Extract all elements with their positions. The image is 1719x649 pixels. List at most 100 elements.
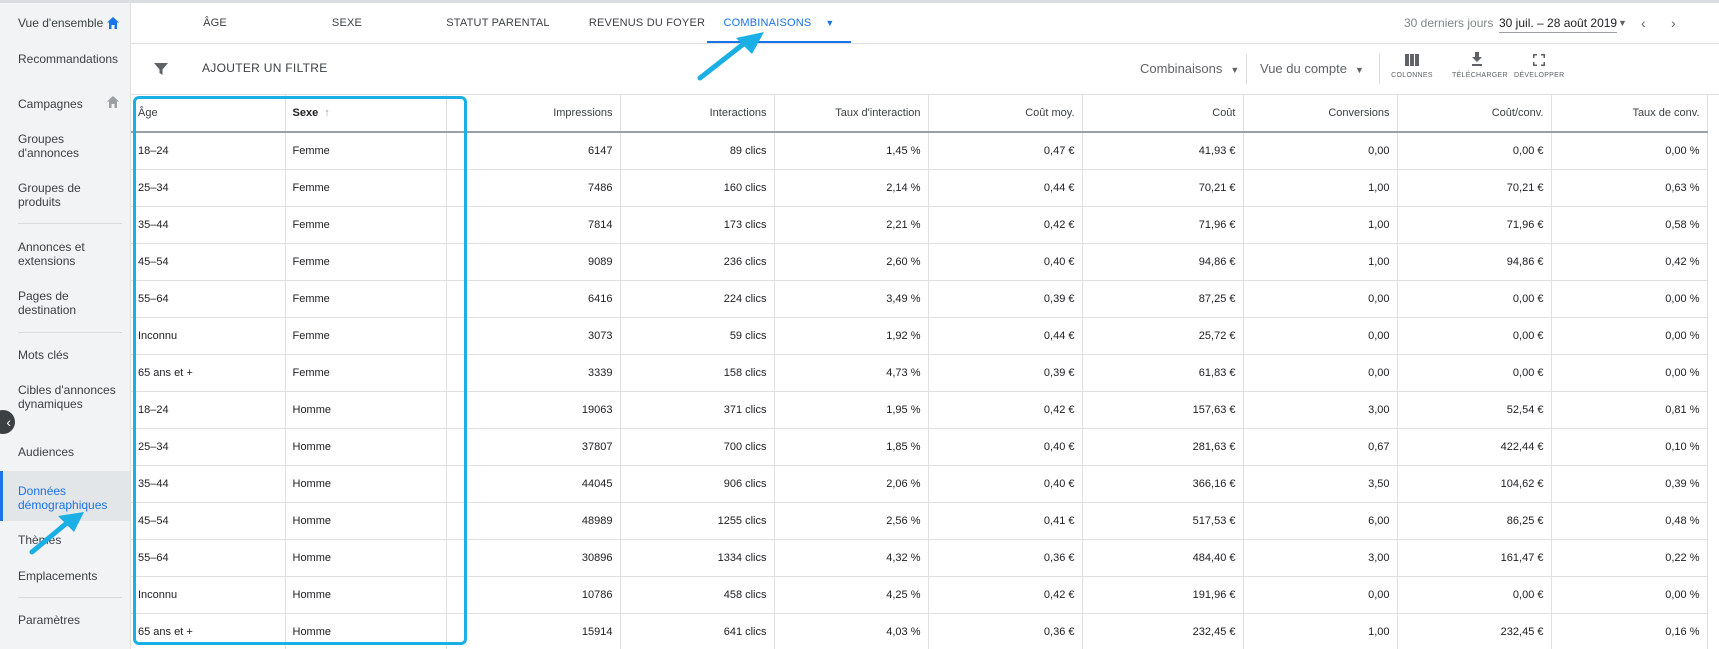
cell-avg-cost: 0,40 €: [928, 428, 1083, 466]
sidebar-item-label: Pages de destination: [18, 289, 77, 317]
cell-cost: 366,16 €: [1082, 465, 1244, 503]
column-header-label: Taux de conv.: [1632, 107, 1700, 119]
date-dropdown-icon[interactable]: ▼: [1618, 3, 1627, 43]
sidebar-item-recommendations[interactable]: Recommandations: [0, 52, 130, 72]
cell-interactions: 236 clics: [620, 243, 775, 281]
cell-avg-cost: 0,44 €: [928, 317, 1083, 355]
combinations-dropdown[interactable]: Combinaisons ▼: [1140, 61, 1239, 76]
cell-conv-rate: 0,00 %: [1551, 354, 1708, 392]
sidebar-item-overview[interactable]: Vue d'ensemble: [0, 16, 130, 36]
cell-conversions: 3,50: [1243, 465, 1398, 503]
cell-interactions: 641 clics: [620, 613, 775, 649]
cell-impressions: 3339: [446, 354, 621, 392]
tab-label: REVENUS DU FOYER: [588, 17, 706, 29]
column-header-conversions[interactable]: Conversions: [1243, 95, 1398, 133]
cell-impressions: 3073: [446, 317, 621, 355]
sidebar-item-keywords[interactable]: Mots clés: [0, 348, 130, 368]
sidebar-item-label: Audiences: [18, 445, 75, 459]
column-header-interaction-rate[interactable]: Taux d'interaction: [774, 95, 929, 133]
sidebar-item-audiences[interactable]: Audiences: [0, 445, 130, 465]
cell-cost: 157,63 €: [1082, 391, 1244, 429]
cell-conversions: 0,00: [1243, 317, 1398, 355]
sidebar-item-ads-extensions[interactable]: Annonces et extensions: [0, 240, 130, 270]
column-header-label: Conversions: [1328, 107, 1390, 119]
column-header-conv-rate[interactable]: Taux de conv.: [1551, 95, 1708, 133]
column-header-impressions[interactable]: Impressions: [446, 95, 621, 133]
cell-interaction-rate: 3,49 %: [774, 280, 929, 318]
expand-button[interactable]: DÉVELOPPER: [1514, 50, 1564, 79]
annotation-arrow: [697, 32, 764, 81]
chevron-right-icon[interactable]: ›: [1671, 3, 1676, 43]
sidebar-item-placements[interactable]: Emplacements: [0, 569, 130, 589]
column-header-interactions[interactable]: Interactions: [620, 95, 775, 133]
tab-age[interactable]: ÂGE: [175, 3, 255, 43]
cell-conversions: 1,00: [1243, 243, 1398, 281]
column-header-avg-cost[interactable]: Coût moy.: [928, 95, 1083, 133]
cell-conv-rate: 0,10 %: [1551, 428, 1708, 466]
cell-interactions: 158 clics: [620, 354, 775, 392]
sidebar-item-label: Recommandations: [18, 52, 119, 66]
cell-cost-per-conv: 422,44 €: [1397, 428, 1552, 466]
tab-parental-status[interactable]: STATUT PARENTAL: [433, 3, 563, 43]
cell-interaction-rate: 2,56 %: [774, 502, 929, 540]
tool-label: COLONNES: [1391, 72, 1433, 79]
date-range-selector[interactable]: 30 juil. – 28 août 2019: [1499, 3, 1618, 43]
cell-avg-cost: 0,40 €: [928, 465, 1083, 503]
dropdown-label: Vue du compte: [1260, 61, 1347, 76]
tool-label: TÉLÉCHARGER: [1452, 72, 1508, 79]
sidebar-divider: [18, 597, 122, 598]
home-icon: [107, 96, 119, 108]
cell-interactions: 160 clics: [620, 169, 775, 207]
cell-impressions: 48989: [446, 502, 621, 540]
chevron-left-icon: ‹: [6, 414, 11, 430]
cell-conv-rate: 0,58 %: [1551, 206, 1708, 244]
tab-gender[interactable]: SEXE: [307, 3, 387, 43]
sidebar-item-dynamic-targets[interactable]: Cibles d'annonces dynamiques: [0, 383, 130, 427]
sidebar-item-settings[interactable]: Paramètres: [0, 613, 130, 633]
cell-avg-cost: 0,41 €: [928, 502, 1083, 540]
caret-down-icon: ▼: [1354, 65, 1364, 75]
column-header-cost[interactable]: Coût: [1082, 95, 1244, 133]
cell-avg-cost: 0,42 €: [928, 206, 1083, 244]
cell-interactions: 906 clics: [620, 465, 775, 503]
cell-impressions: 30896: [446, 539, 621, 577]
sidebar-item-label: Mots clés: [18, 348, 69, 362]
cell-interaction-rate: 2,60 %: [774, 243, 929, 281]
cell-cost-per-conv: 0,00 €: [1397, 132, 1552, 170]
column-header-cost-per-conv[interactable]: Coût/conv.: [1397, 95, 1552, 133]
cell-interaction-rate: 2,14 %: [774, 169, 929, 207]
cell-cost-per-conv: 104,62 €: [1397, 465, 1552, 503]
download-button[interactable]: TÉLÉCHARGER: [1452, 50, 1508, 79]
sidebar-item-landing-pages[interactable]: Pages de destination: [0, 289, 130, 319]
sidebar-item-ad-groups[interactable]: Groupes d'annonces: [0, 132, 130, 162]
cell-conv-rate: 0,00 %: [1551, 317, 1708, 355]
cell-cost: 87,25 €: [1082, 280, 1244, 318]
cell-conversions: 1,00: [1243, 169, 1398, 207]
filter-icon[interactable]: [153, 61, 169, 77]
cell-conversions: 0,00: [1243, 354, 1398, 392]
caret-down-icon[interactable]: ▼: [825, 3, 834, 43]
fullscreen-icon: [1514, 50, 1564, 72]
columns-button[interactable]: COLONNES: [1387, 50, 1437, 79]
cell-avg-cost: 0,47 €: [928, 132, 1083, 170]
annotation-arrow: [29, 512, 84, 555]
cell-avg-cost: 0,44 €: [928, 169, 1083, 207]
cell-cost-per-conv: 232,45 €: [1397, 613, 1552, 649]
cell-cost: 191,96 €: [1082, 576, 1244, 614]
cell-interaction-rate: 2,06 %: [774, 465, 929, 503]
cell-interaction-rate: 1,95 %: [774, 391, 929, 429]
sidebar-item-product-groups[interactable]: Groupes de produits: [0, 181, 130, 211]
cell-interactions: 224 clics: [620, 280, 775, 318]
tab-label: COMBINAISONS: [723, 17, 812, 29]
cell-cost-per-conv: 0,00 €: [1397, 280, 1552, 318]
cell-avg-cost: 0,36 €: [928, 613, 1083, 649]
cell-conversions: 3,00: [1243, 539, 1398, 577]
cell-impressions: 10786: [446, 576, 621, 614]
sidebar-item-campaigns[interactable]: Campagnes: [0, 96, 130, 117]
cell-cost-per-conv: 161,47 €: [1397, 539, 1552, 577]
cell-cost-per-conv: 94,86 €: [1397, 243, 1552, 281]
cell-impressions: 15914: [446, 613, 621, 649]
account-view-dropdown[interactable]: Vue du compte ▼: [1260, 61, 1364, 76]
chevron-left-icon[interactable]: ‹: [1641, 3, 1646, 43]
add-filter-button[interactable]: AJOUTER UN FILTRE: [202, 61, 328, 75]
